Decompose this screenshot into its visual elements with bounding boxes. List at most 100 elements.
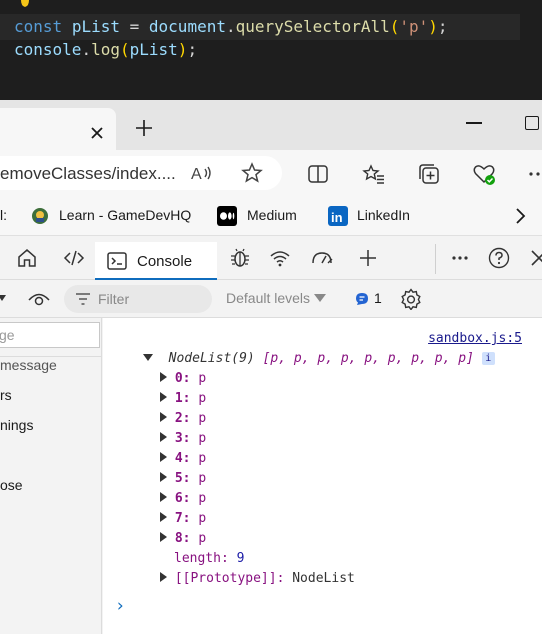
tab-strip <box>0 100 542 150</box>
list-item[interactable]: 4: p <box>160 450 206 468</box>
code-object: console <box>14 40 82 59</box>
browser-essentials-icon[interactable] <box>472 162 496 186</box>
star-icon[interactable] <box>240 161 264 185</box>
prototype-key: [[Prototype]] <box>174 571 277 586</box>
chevron-right-icon[interactable] <box>510 206 530 226</box>
messages-icon[interactable] <box>355 292 369 306</box>
expand-arrow-icon[interactable] <box>143 354 153 361</box>
toolbar-divider <box>435 244 436 274</box>
nodelist-label: NodeList(9) <box>168 351 255 366</box>
close-icon[interactable] <box>528 247 542 269</box>
source-link[interactable]: sandbox.js:5 <box>428 331 522 346</box>
medium-icon <box>217 206 237 226</box>
favorite-item-medium[interactable]: Medium <box>247 207 297 223</box>
sidebar-item-messages[interactable]: message <box>0 357 57 373</box>
code-function: querySelectorAll <box>235 17 390 36</box>
filter-icon <box>76 293 90 305</box>
list-item[interactable]: 6: p <box>160 490 206 508</box>
performance-icon[interactable] <box>311 247 333 269</box>
prototype-value: NodeList <box>292 571 355 586</box>
entry-value: p <box>198 531 207 546</box>
gear-icon[interactable] <box>400 288 422 310</box>
favorites-icon[interactable] <box>362 162 386 186</box>
more-icon[interactable] <box>526 162 542 186</box>
plus-icon[interactable] <box>134 118 154 138</box>
browser-tab[interactable] <box>0 108 116 150</box>
svg-text:A: A <box>191 166 202 183</box>
sidebar-item-errors[interactable]: rs <box>0 387 12 403</box>
nodelist-summary[interactable]: NodeList(9) [p, p, p, p, p, p, p, p, p] … <box>143 350 495 368</box>
tab-console[interactable]: Console <box>95 242 217 280</box>
dropdown-arrow-icon <box>313 294 326 302</box>
split-screen-icon[interactable] <box>306 162 330 186</box>
list-item[interactable]: 7: p <box>160 510 206 528</box>
help-icon[interactable] <box>488 247 510 269</box>
code-keyword: const <box>14 17 63 36</box>
list-item[interactable]: 1: p <box>160 390 206 408</box>
browser-window: emoveClasses/index.... A l: Learn - Game… <box>0 100 542 634</box>
expand-arrow-icon[interactable] <box>160 392 167 402</box>
code-operator: = <box>129 17 140 36</box>
bug-icon[interactable] <box>229 247 251 269</box>
expand-arrow-icon[interactable] <box>160 412 167 422</box>
entry-key: 6 <box>174 491 183 506</box>
sidebar-item-warnings[interactable]: nings <box>0 417 33 433</box>
expand-arrow-icon[interactable] <box>160 512 167 522</box>
code-argument: pList <box>129 40 178 59</box>
favorite-item-folder[interactable]: l: <box>0 207 7 223</box>
lightbulb-icon[interactable] <box>18 0 32 10</box>
expand-arrow-icon[interactable] <box>160 372 167 382</box>
favorite-item-linkedin[interactable]: LinkedIn <box>357 207 410 223</box>
expand-arrow-icon[interactable] <box>160 572 167 582</box>
sidebar-search-input[interactable]: ge <box>0 322 100 348</box>
dropdown-arrow-icon[interactable] <box>0 295 8 303</box>
entry-value: p <box>198 491 207 506</box>
prototype-row[interactable]: [[Prototype]]: NodeList <box>160 570 355 588</box>
list-item[interactable]: 8: p <box>160 530 206 548</box>
expand-arrow-icon[interactable] <box>160 532 167 542</box>
code-string: 'p' <box>399 17 429 36</box>
expand-arrow-icon[interactable] <box>160 472 167 482</box>
expand-arrow-icon[interactable] <box>160 432 167 442</box>
read-aloud-icon[interactable]: A <box>190 161 214 185</box>
minimize-icon[interactable] <box>466 122 482 124</box>
favorite-item-gamedevhq[interactable]: Learn - GameDevHQ <box>59 207 191 223</box>
list-item[interactable]: 5: p <box>160 470 206 488</box>
entry-key: 5 <box>174 471 183 486</box>
plus-icon[interactable] <box>357 247 379 269</box>
expand-arrow-icon[interactable] <box>160 492 167 502</box>
console-output: sandbox.js:5 NodeList(9) [p, p, p, p, p,… <box>103 318 542 634</box>
entry-key: 7 <box>174 511 183 526</box>
list-item[interactable]: 2: p <box>160 410 206 428</box>
list-item[interactable]: 0: p <box>160 370 206 388</box>
home-icon[interactable] <box>16 247 38 269</box>
sidebar-item-verbose[interactable]: ose <box>0 477 23 493</box>
entry-value: p <box>198 371 207 386</box>
log-levels-dropdown[interactable]: Default levels <box>226 290 326 306</box>
more-icon[interactable] <box>449 247 471 269</box>
code-variable: pList <box>71 17 120 36</box>
entry-key: 3 <box>174 431 183 446</box>
entry-value: p <box>198 471 207 486</box>
entry-value: p <box>198 511 207 526</box>
address-bar[interactable]: emoveClasses/index.... A <box>0 156 282 190</box>
collections-icon[interactable] <box>417 162 441 186</box>
filter-input[interactable]: Filter <box>64 285 212 313</box>
entry-key: 4 <box>174 451 183 466</box>
favorites-bar: l: Learn - GameDevHQ Medium in LinkedIn <box>0 198 542 236</box>
list-item[interactable]: 3: p <box>160 430 206 448</box>
entry-value: p <box>198 431 207 446</box>
info-icon[interactable]: i <box>481 352 495 365</box>
console-prompt[interactable]: › <box>115 596 125 616</box>
close-icon[interactable] <box>88 124 106 142</box>
sidebar-search-placeholder: ge <box>0 327 15 343</box>
entry-value: p <box>198 411 207 426</box>
maximize-icon[interactable] <box>525 116 539 130</box>
length-key: length <box>174 551 221 566</box>
elements-icon[interactable] <box>63 247 85 269</box>
wifi-icon[interactable] <box>269 247 291 269</box>
eye-icon[interactable] <box>28 290 50 308</box>
expand-arrow-icon[interactable] <box>160 452 167 462</box>
svg-text:in: in <box>331 210 343 225</box>
log-levels-label: Default levels <box>226 290 311 306</box>
